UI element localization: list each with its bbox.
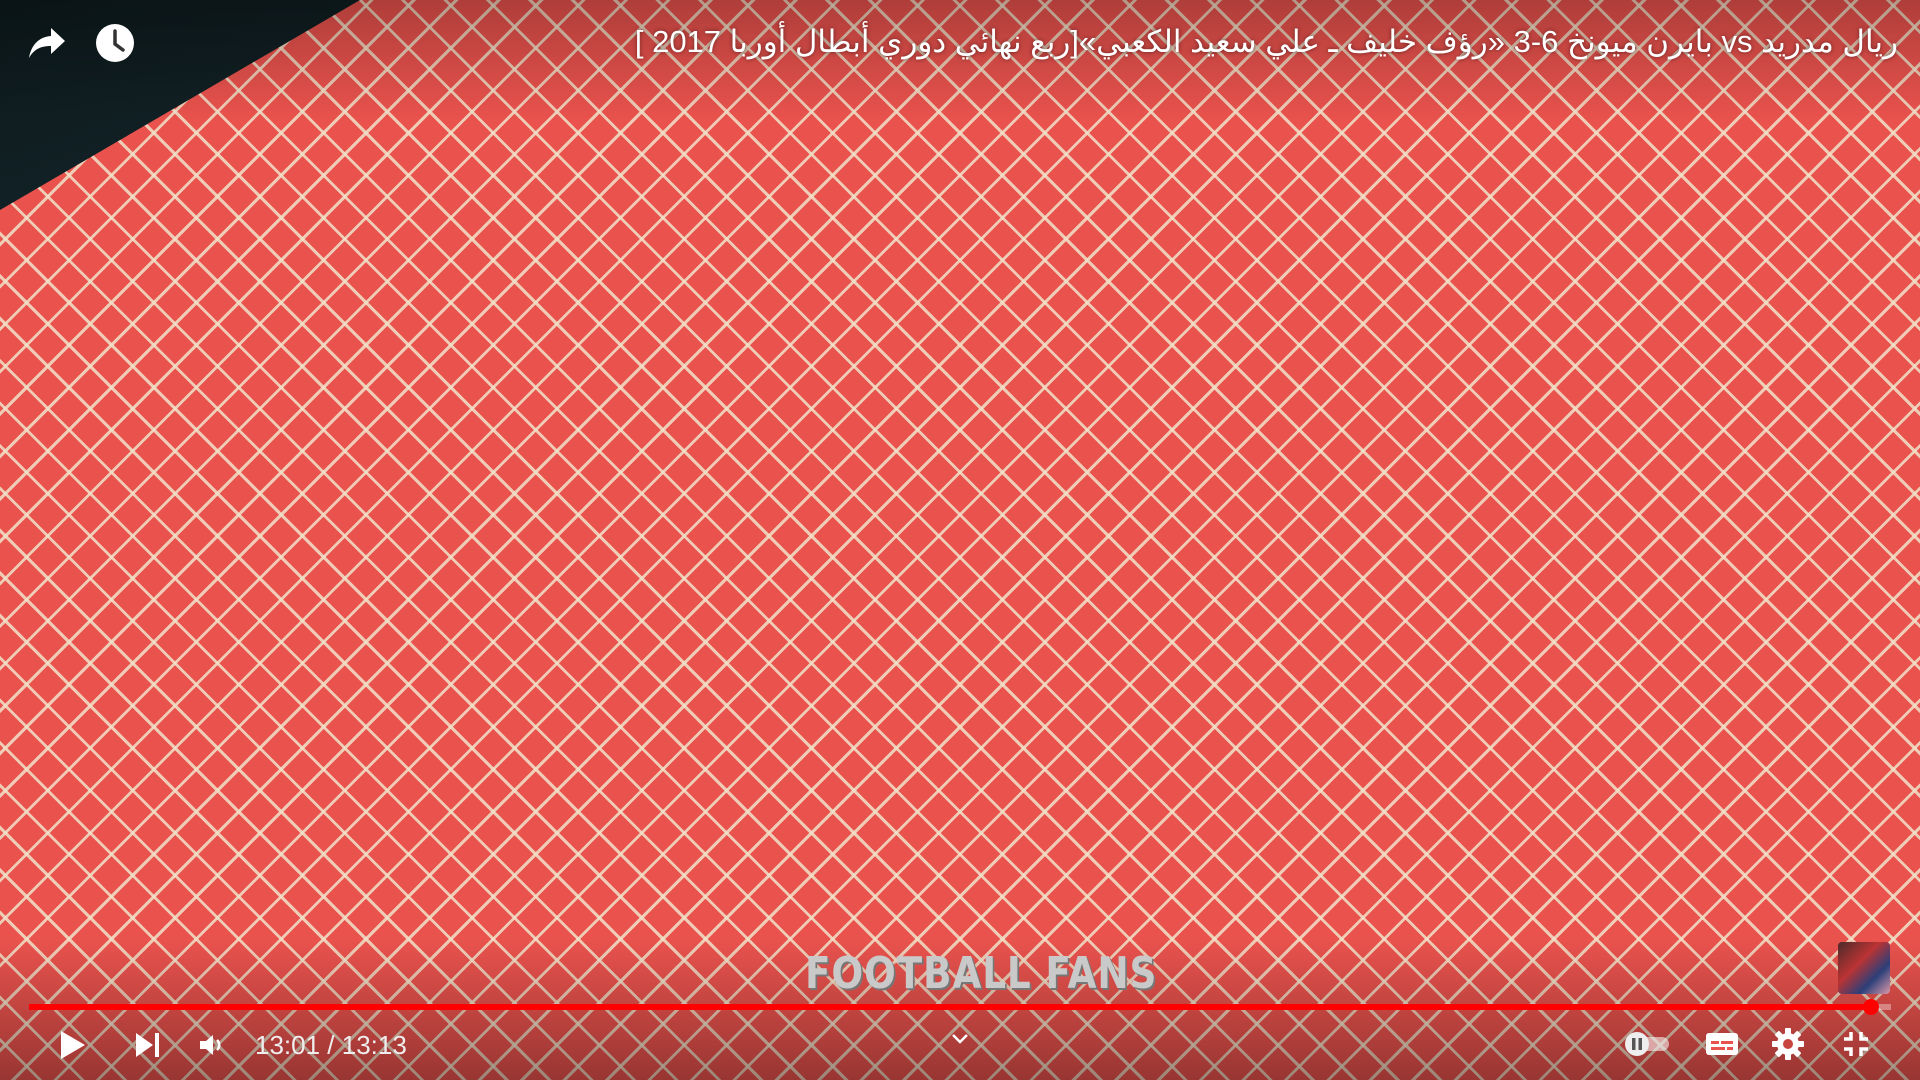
share-button[interactable] [24, 22, 70, 68]
watch-later-button[interactable] [92, 22, 138, 68]
channel-watermark: FOOTBALL FANS [805, 948, 1158, 999]
next-icon [133, 1031, 163, 1064]
current-time: 13:01 [255, 1030, 321, 1060]
channel-branding-thumbnail[interactable] [1838, 942, 1890, 994]
captions-button[interactable] [1700, 1028, 1744, 1064]
captions-icon [1704, 1030, 1740, 1063]
time-display: 13:01 / 13:13 [255, 1030, 407, 1061]
chapters-toggle[interactable] [945, 1028, 975, 1054]
chevron-down-icon [950, 1032, 970, 1051]
video-title[interactable]: ريال مدريد vs بايرن ميونخ 6-3 «رؤف خليف … [635, 24, 1898, 60]
clock-icon [95, 23, 135, 68]
autoplay-toggle-icon [1621, 1030, 1675, 1063]
play-button[interactable] [50, 1025, 94, 1069]
progress-played [29, 1004, 1871, 1010]
duration: 13:13 [341, 1030, 407, 1060]
top-gradient [0, 0, 1920, 120]
exit-fullscreen-button[interactable] [1834, 1026, 1878, 1066]
next-button[interactable] [126, 1025, 170, 1069]
exit-fullscreen-icon [1840, 1028, 1872, 1065]
video-player[interactable]: ريال مدريد vs بايرن ميونخ 6-3 «رؤف خليف … [0, 0, 1920, 1080]
autoplay-toggle[interactable] [1620, 1028, 1676, 1064]
play-icon [57, 1029, 87, 1066]
gear-icon [1771, 1027, 1805, 1066]
progress-bar[interactable] [29, 999, 1891, 1015]
volume-button[interactable] [190, 1025, 234, 1069]
progress-scrubber-handle[interactable] [1862, 999, 1879, 1015]
volume-icon [197, 1031, 227, 1064]
time-separator: / [320, 1030, 342, 1060]
settings-button[interactable] [1766, 1026, 1810, 1066]
share-icon [27, 26, 67, 65]
